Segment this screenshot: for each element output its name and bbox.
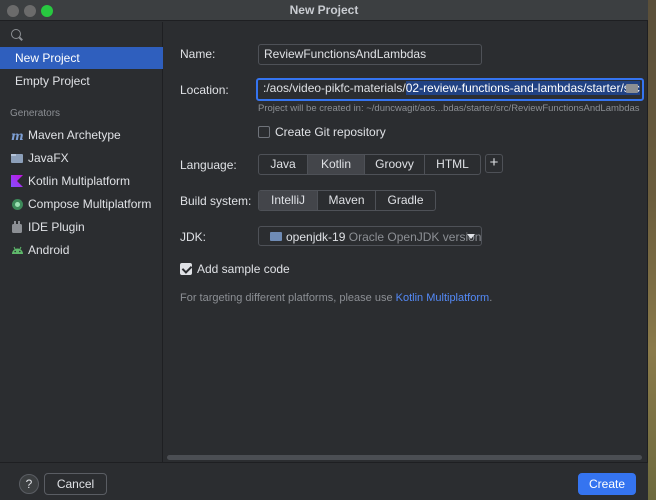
sidebar-item-compose-multiplatform[interactable]: Compose Multiplatform	[0, 193, 163, 215]
generators-heading: Generators	[10, 108, 61, 119]
location-field[interactable]: :/aos/video-pikfc-materials/02-review-fu…	[256, 78, 644, 101]
build-option-intellij[interactable]: IntelliJ	[259, 191, 318, 210]
add-sample-code-checkbox[interactable]	[180, 263, 192, 275]
language-label: Language:	[180, 158, 237, 172]
language-option-kotlin[interactable]: Kotlin	[308, 155, 365, 174]
sidebar-item-android[interactable]: Android	[0, 239, 163, 261]
footnote-text: For targeting different platforms, pleas…	[180, 292, 396, 304]
create-button[interactable]: Create	[578, 473, 636, 495]
sidebar-item-new-project[interactable]: New Project	[0, 47, 163, 69]
browse-folder-icon[interactable]	[626, 84, 638, 93]
create-git-checkbox[interactable]	[258, 126, 270, 138]
jdk-dropdown[interactable]: openjdk-19 Oracle OpenJDK version	[258, 226, 482, 246]
sidebar-item-label: Android	[28, 243, 70, 257]
platform-footnote: For targeting different platforms, pleas…	[180, 292, 492, 304]
sidebar-item-label: IDE Plugin	[28, 220, 85, 234]
cancel-button[interactable]: Cancel	[44, 473, 107, 495]
javafx-icon	[11, 154, 23, 163]
window-title: New Project	[289, 3, 359, 17]
build-option-maven[interactable]: Maven	[318, 191, 376, 210]
jdk-value: openjdk-19	[286, 230, 346, 244]
help-button[interactable]: ?	[19, 474, 39, 494]
location-path-selected: 02-review-functions-and-lambdas/starter/…	[405, 81, 640, 95]
language-option-java[interactable]: Java	[259, 155, 308, 174]
add-language-button[interactable]: +	[485, 154, 503, 173]
chevron-down-icon	[467, 234, 475, 239]
maven-icon: m	[11, 129, 24, 142]
sidebar-item-maven-archetype[interactable]: m Maven Archetype	[0, 124, 163, 146]
sidebar-item-label: Compose Multiplatform	[28, 197, 152, 211]
location-path-prefix: :/aos/video-pikfc-materials/	[263, 81, 406, 95]
compose-icon	[12, 199, 23, 210]
new-project-dialog: New Project New Project Empty Project Ge…	[0, 0, 648, 500]
location-hint: Project will be created in: ~/duncwagit/…	[258, 103, 640, 114]
language-selector: Java Kotlin Groovy HTML	[258, 154, 481, 175]
location-label: Location:	[180, 83, 229, 97]
name-field[interactable]: ReviewFunctionsAndLambdas	[258, 44, 482, 65]
footnote-end: .	[489, 292, 493, 304]
kotlin-icon	[11, 175, 23, 187]
kotlin-multiplatform-link[interactable]: Kotlin Multiplatform	[396, 292, 490, 304]
sidebar-item-label: Kotlin Multiplatform	[28, 174, 131, 188]
title-bar: New Project	[0, 0, 648, 21]
create-git-label: Create Git repository	[275, 125, 386, 139]
sidebar-search[interactable]	[4, 26, 159, 44]
sidebar-item-kotlin-multiplatform[interactable]: Kotlin Multiplatform	[0, 170, 163, 192]
build-system-selector: IntelliJ Maven Gradle	[258, 190, 436, 211]
jdk-detail: Oracle OpenJDK version	[348, 230, 482, 244]
name-label: Name:	[180, 47, 216, 61]
sidebar-item-ide-plugin[interactable]: IDE Plugin	[0, 216, 163, 238]
jdk-label: JDK:	[180, 230, 207, 244]
add-sample-code-label: Add sample code	[197, 262, 290, 276]
dialog-footer: ? Cancel Create	[0, 462, 648, 500]
sidebar-item-label: JavaFX	[28, 151, 69, 165]
build-option-gradle[interactable]: Gradle	[376, 191, 435, 210]
language-option-html[interactable]: HTML	[425, 155, 480, 174]
search-icon	[11, 29, 21, 39]
jdk-value-text: openjdk-19 Oracle OpenJDK version	[286, 230, 481, 244]
sidebar-item-label: Maven Archetype	[28, 128, 121, 142]
sidebar: New Project Empty Project Generators m M…	[0, 22, 163, 462]
plugin-icon	[12, 221, 22, 233]
sidebar-item-empty-project[interactable]: Empty Project	[0, 70, 163, 92]
language-option-groovy[interactable]: Groovy	[365, 155, 425, 174]
desktop-background	[648, 0, 656, 500]
sidebar-item-javafx[interactable]: JavaFX	[0, 147, 163, 169]
android-icon	[12, 246, 23, 254]
svg-text:m: m	[11, 129, 24, 142]
jdk-folder-icon	[270, 232, 282, 241]
horizontal-scrollbar[interactable]	[167, 455, 642, 460]
build-system-label: Build system:	[180, 194, 252, 208]
